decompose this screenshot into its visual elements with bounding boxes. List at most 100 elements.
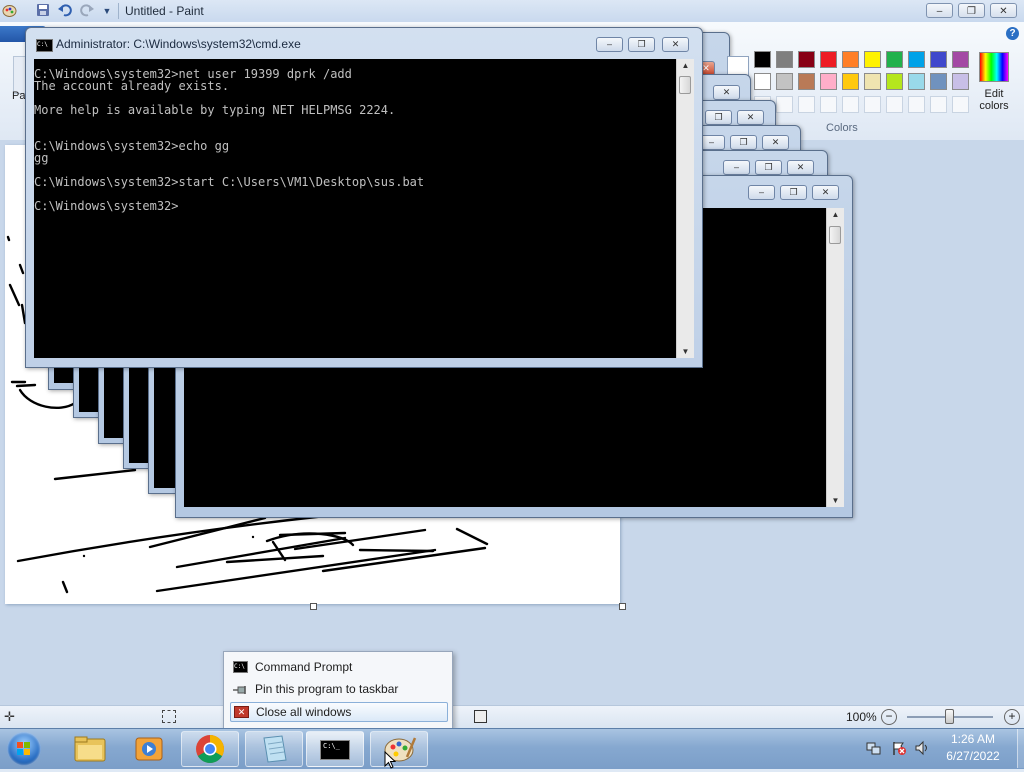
custom-color-slot[interactable] — [842, 96, 859, 113]
zoom-out-button[interactable]: − — [881, 709, 897, 725]
vertical-scrollbar[interactable]: ▲ ▼ — [676, 59, 694, 358]
close-button[interactable]: ✕ — [713, 85, 740, 100]
stacked-window-edge — [727, 56, 749, 76]
zoom-in-button[interactable]: + — [1004, 709, 1020, 725]
color-swatch[interactable] — [776, 51, 793, 68]
custom-color-slot[interactable] — [776, 96, 793, 113]
windows-orb-icon[interactable] — [7, 732, 41, 766]
custom-color-slot[interactable] — [930, 96, 947, 113]
minimize-button[interactable]: ‒ — [723, 160, 750, 175]
close-button[interactable]: ✕ — [812, 185, 839, 200]
close-button[interactable]: ✕ — [762, 135, 789, 150]
color-swatch[interactable] — [930, 51, 947, 68]
maximize-button[interactable]: ❐ — [958, 3, 985, 18]
color-swatch[interactable] — [908, 51, 925, 68]
redo-icon[interactable] — [79, 3, 95, 19]
resize-handle-bottom[interactable] — [310, 603, 317, 610]
clock-date: 6/27/2022 — [946, 749, 1000, 763]
minimize-button[interactable]: ‒ — [926, 3, 953, 18]
cmd-output-line: C:\Windows\system32>start C:\Users\VM1\D… — [34, 175, 425, 189]
color-swatch[interactable] — [864, 73, 881, 90]
maximize-button[interactable]: ❐ — [705, 110, 732, 125]
show-desktop-button[interactable] — [1017, 729, 1024, 768]
cmd-output-line: C:\Windows\system32> — [34, 199, 179, 213]
taskbar-button-explorer[interactable] — [62, 731, 118, 767]
edit-colors-button[interactable] — [978, 52, 1009, 82]
scroll-down-arrow[interactable]: ▼ — [827, 496, 844, 505]
action-center-icon[interactable] — [891, 740, 907, 756]
color-swatch[interactable] — [952, 73, 969, 90]
color-swatch[interactable] — [798, 73, 815, 90]
jump-list-item-close-all[interactable]: ✕ Close all windows — [230, 702, 448, 722]
taskbar-button-paint[interactable] — [370, 731, 428, 767]
close-button[interactable]: ✕ — [787, 160, 814, 175]
color-swatch[interactable] — [886, 73, 903, 90]
taskbar-button-cmd[interactable]: C:\_ — [306, 731, 364, 767]
color-swatch[interactable] — [930, 73, 947, 90]
maximize-button[interactable]: ❐ — [730, 135, 757, 150]
quick-access-dropdown[interactable]: ▼ — [99, 3, 115, 19]
color-swatch[interactable] — [754, 73, 771, 90]
close-button[interactable]: ✕ — [662, 37, 689, 52]
jump-list-label: Command Prompt — [255, 660, 353, 674]
taskbar-button-chrome[interactable] — [181, 731, 239, 767]
undo-icon[interactable] — [57, 3, 73, 19]
help-icon[interactable]: ? — [1006, 27, 1019, 40]
scroll-up-arrow[interactable]: ▲ — [677, 61, 694, 70]
paint-icon — [384, 737, 417, 762]
chrome-icon — [196, 735, 224, 763]
color-swatch[interactable] — [754, 51, 771, 68]
colors-group-label: Colors — [826, 122, 858, 134]
volume-icon[interactable] — [914, 740, 930, 756]
color-swatch[interactable] — [842, 51, 859, 68]
system-clock[interactable]: 1:26 AM 6/27/2022 — [930, 731, 1016, 765]
cmd-icon: C:\ — [36, 39, 53, 52]
jump-list-item-pin[interactable]: Pin this program to taskbar — [230, 680, 446, 698]
scroll-thumb[interactable] — [829, 226, 841, 244]
ribbon-tab-left: Pa — [12, 90, 26, 102]
vertical-scrollbar[interactable]: ▲ ▼ — [826, 208, 844, 507]
cmd-output-line: More help is available by typing NET HEL… — [34, 103, 396, 117]
jump-list-label: Pin this program to taskbar — [255, 682, 399, 696]
color-swatch[interactable] — [776, 73, 793, 90]
color-swatch[interactable] — [820, 73, 837, 90]
maximize-button[interactable]: ❐ — [628, 37, 655, 52]
scroll-up-arrow[interactable]: ▲ — [827, 210, 844, 219]
zoom-slider-thumb[interactable] — [945, 709, 954, 724]
cmd-output-line: gg — [34, 151, 49, 165]
minimize-button[interactable]: ‒ — [596, 37, 623, 52]
custom-color-slot[interactable] — [886, 96, 903, 113]
custom-color-slot[interactable] — [820, 96, 837, 113]
close-button[interactable]: ✕ — [737, 110, 764, 125]
selection-size-icon — [162, 710, 176, 723]
color-swatch[interactable] — [798, 51, 815, 68]
scroll-down-arrow[interactable]: ▼ — [677, 347, 694, 356]
close-button[interactable]: ✕ — [990, 3, 1017, 18]
resize-handle-corner[interactable] — [619, 603, 626, 610]
custom-color-slot[interactable] — [864, 96, 881, 113]
color-swatch[interactable] — [864, 51, 881, 68]
color-swatch[interactable] — [908, 73, 925, 90]
taskbar-button-notepad[interactable] — [245, 731, 303, 767]
paint-app-icon[interactable] — [2, 3, 17, 18]
scroll-thumb[interactable] — [679, 76, 691, 94]
network-icon[interactable] — [866, 740, 882, 756]
color-swatch[interactable] — [952, 51, 969, 68]
notepad-icon — [263, 735, 287, 763]
edit-colors-label: Edit colors — [978, 88, 1010, 112]
save-icon[interactable] — [35, 3, 51, 19]
maximize-button[interactable]: ❐ — [780, 185, 807, 200]
color-swatch[interactable] — [820, 51, 837, 68]
jump-list-item-command-prompt[interactable]: C:\ Command Prompt — [230, 658, 446, 676]
pin-icon — [233, 683, 248, 695]
cmd-window-title: Administrator: C:\Windows\system32\cmd.e… — [56, 37, 301, 51]
color-swatch[interactable] — [886, 51, 903, 68]
maximize-button[interactable]: ❐ — [755, 160, 782, 175]
custom-color-slot[interactable] — [798, 96, 815, 113]
color-swatch[interactable] — [842, 73, 859, 90]
taskbar-button-media-player[interactable] — [121, 731, 177, 767]
custom-color-slot[interactable] — [952, 96, 969, 113]
minimize-button[interactable]: ‒ — [748, 185, 775, 200]
custom-color-slot[interactable] — [908, 96, 925, 113]
clock-time: 1:26 AM — [950, 732, 996, 746]
